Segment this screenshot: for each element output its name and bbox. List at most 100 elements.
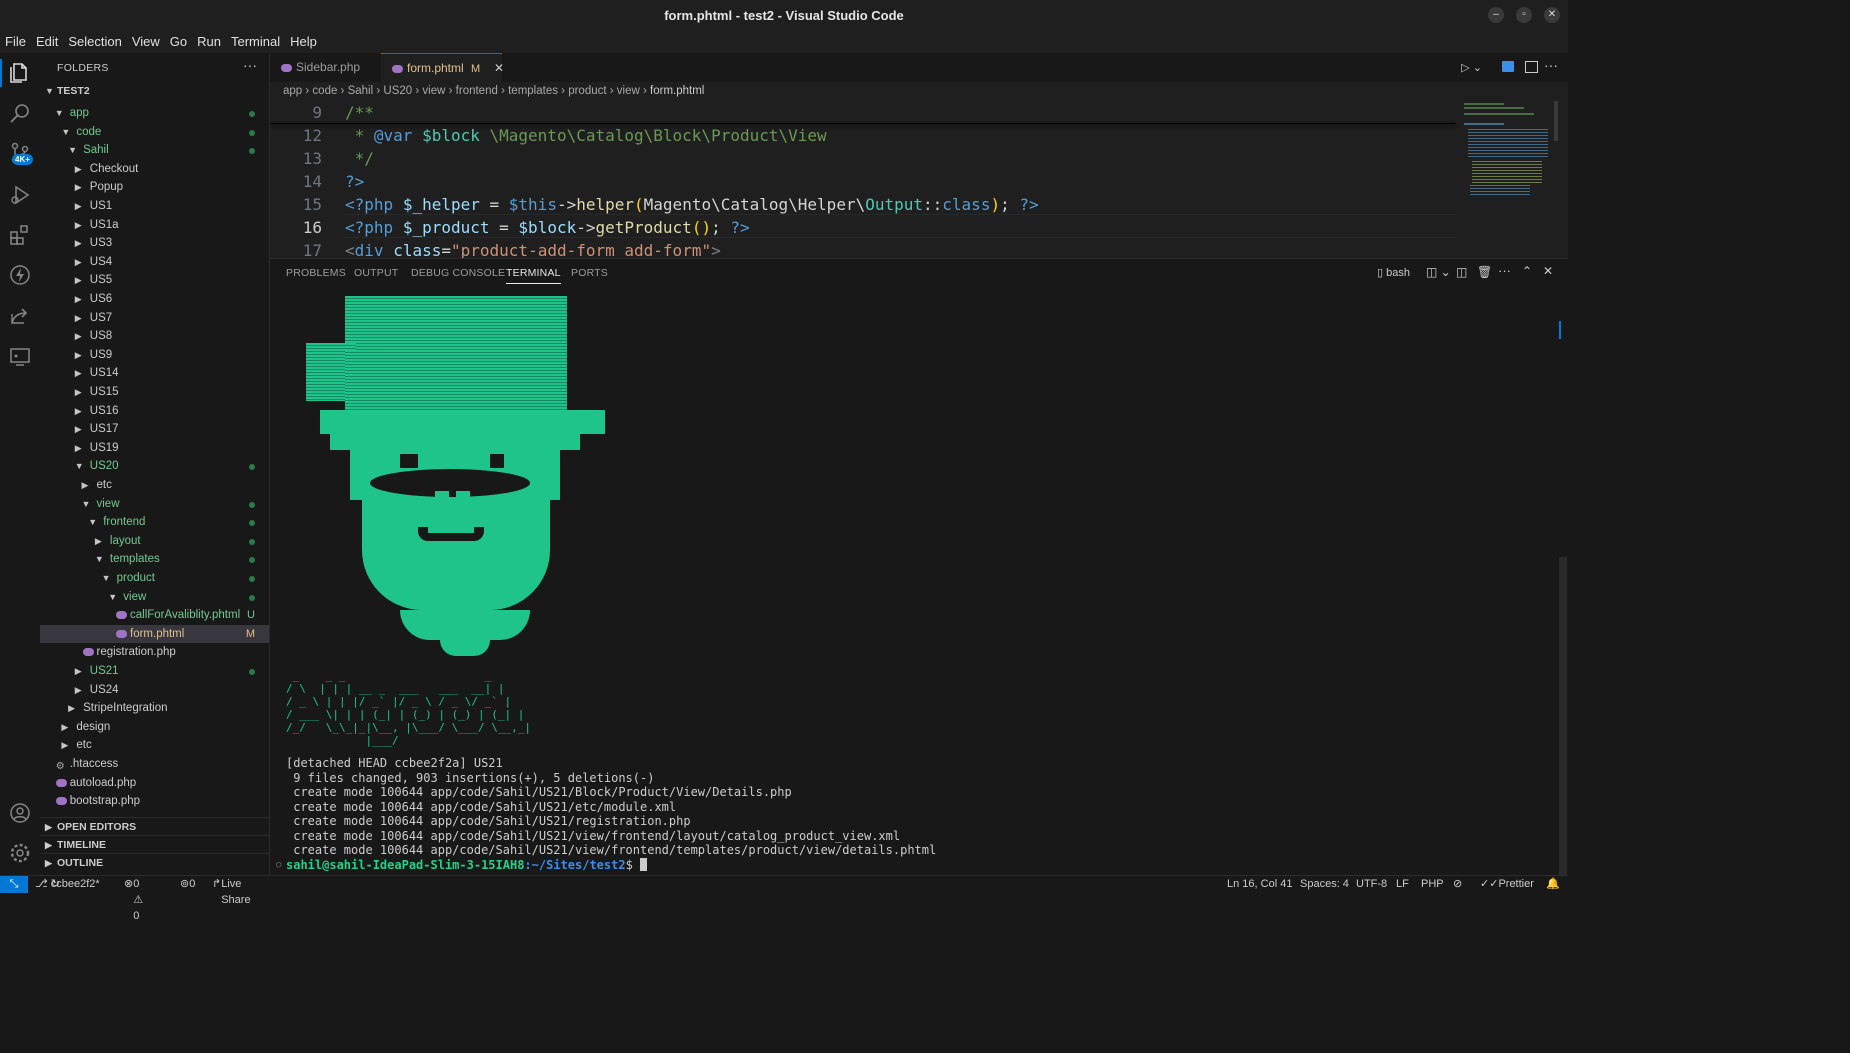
- tree-item[interactable]: ▶ Checkout: [40, 160, 269, 179]
- live-share-button[interactable]: ↱ Live Share: [212, 876, 251, 906]
- tree-item[interactable]: autoload.php: [40, 774, 269, 793]
- run-debug-icon[interactable]: [8, 183, 32, 207]
- tree-item[interactable]: ▼ product: [40, 569, 269, 588]
- tab-sidebar-php[interactable]: Sidebar.php: [270, 53, 383, 82]
- encoding[interactable]: UTF-8: [1356, 876, 1387, 892]
- tree-item[interactable]: ▶ US6: [40, 290, 269, 309]
- section-open-editors[interactable]: ▶ OPEN EDITORS: [40, 817, 269, 836]
- tree-item[interactable]: ▶ etc: [40, 736, 269, 755]
- breadcrumb-item[interactable]: app: [283, 85, 302, 97]
- prettier-indicator[interactable]: ✓✓ Prettier: [1480, 876, 1534, 892]
- tree-item[interactable]: ▶ US3: [40, 234, 269, 253]
- breadcrumb-item[interactable]: frontend: [456, 85, 498, 97]
- tab-output[interactable]: OUTPUT: [354, 267, 398, 279]
- tree-item[interactable]: ▶ US7: [40, 309, 269, 328]
- line-ending[interactable]: LF: [1396, 876, 1409, 892]
- language-mode[interactable]: PHP: [1421, 876, 1444, 892]
- breadcrumb-item[interactable]: US20: [383, 85, 412, 97]
- lightning-icon[interactable]: [8, 263, 32, 287]
- extensions-icon[interactable]: [8, 223, 32, 247]
- tab-form-phtml[interactable]: form.phtml M ✕: [381, 53, 504, 83]
- ports-indicator[interactable]: ⊚ 0: [180, 876, 195, 892]
- maximize-button[interactable]: ▫: [1516, 7, 1532, 23]
- breadcrumb-item[interactable]: templates: [508, 85, 558, 97]
- terminal-prompt[interactable]: ○ sahil@sahil-IdeaPad-Slim-3-15IAH8:~/Sit…: [276, 858, 648, 872]
- maximize-panel-icon[interactable]: ⌃: [1522, 264, 1532, 278]
- tree-item[interactable]: ▶ US4: [40, 253, 269, 272]
- tree-item[interactable]: ▶ US17: [40, 420, 269, 439]
- split-editor-icon[interactable]: [1525, 61, 1538, 73]
- section-outline[interactable]: ▶ OUTLINE: [40, 853, 269, 872]
- minimap[interactable]: [1460, 101, 1560, 258]
- tree-item[interactable]: ▶ US8: [40, 327, 269, 346]
- settings-gear-icon[interactable]: [8, 841, 32, 865]
- menu-help[interactable]: Help: [285, 31, 322, 49]
- explorer-icon[interactable]: [8, 61, 32, 85]
- tab-problems[interactable]: PROBLEMS: [286, 267, 346, 279]
- terminal-shell-label[interactable]: ▯ bash: [1377, 266, 1410, 279]
- close-tab-icon[interactable]: ✕: [494, 54, 504, 83]
- split-terminal-icon[interactable]: ◫ ⌄: [1426, 265, 1451, 279]
- breadcrumb-item[interactable]: view: [617, 85, 640, 97]
- breadcrumb-item[interactable]: code: [312, 85, 337, 97]
- tree-item[interactable]: ▼ Sahil: [40, 141, 269, 160]
- tree-item[interactable]: ▶ US16: [40, 402, 269, 421]
- tree-item[interactable]: ▶ US21: [40, 662, 269, 681]
- menu-terminal[interactable]: Terminal: [226, 31, 285, 49]
- workspace-root[interactable]: ▼ TEST2: [40, 82, 269, 101]
- tree-item[interactable]: ▶ US14: [40, 364, 269, 383]
- menu-edit[interactable]: Edit: [31, 31, 63, 49]
- tree-item[interactable]: ▼ code: [40, 123, 269, 142]
- tree-item[interactable]: ▶ US5: [40, 271, 269, 290]
- tree-item[interactable]: form.phtml M: [40, 624, 269, 644]
- close-window-button[interactable]: ✕: [1544, 7, 1560, 23]
- compare-icon[interactable]: [1502, 61, 1514, 72]
- tree-item[interactable]: ▶ US24: [40, 681, 269, 700]
- cursor-position[interactable]: Ln 16, Col 41: [1227, 876, 1292, 892]
- close-panel-icon[interactable]: ✕: [1543, 264, 1553, 278]
- tree-item[interactable]: ▶ US9: [40, 346, 269, 365]
- tree-item[interactable]: ▶ US1a: [40, 216, 269, 235]
- tree-item[interactable]: ▶ US15: [40, 383, 269, 402]
- menu-file[interactable]: File: [0, 31, 31, 49]
- menu-run[interactable]: Run: [192, 31, 226, 49]
- minimize-button[interactable]: –: [1488, 7, 1504, 23]
- menu-selection[interactable]: Selection: [63, 31, 126, 49]
- more-actions-icon[interactable]: ···: [243, 57, 257, 73]
- tree-item[interactable]: callForAvaliblity.phtml U: [40, 606, 269, 625]
- tab-debug-console[interactable]: DEBUG CONSOLE: [411, 267, 505, 279]
- tree-item[interactable]: ⚙ .htaccess: [40, 755, 269, 774]
- tree-item[interactable]: ▶ Popup: [40, 178, 269, 197]
- tree-item[interactable]: ▼ US20: [40, 457, 269, 476]
- terminal-scrollbar[interactable]: [1559, 557, 1567, 876]
- remote-indicator-icon[interactable]: ⤡: [0, 876, 28, 893]
- live-share-icon[interactable]: [8, 304, 32, 328]
- breadcrumb-item[interactable]: Sahil: [348, 85, 374, 97]
- tree-item[interactable]: ▶ StripeIntegration: [40, 699, 269, 718]
- tree-item[interactable]: ▼ view: [40, 588, 269, 607]
- more-editor-actions-icon[interactable]: ···: [1544, 57, 1558, 73]
- run-file-icon[interactable]: ▷ ⌄: [1461, 61, 1482, 74]
- tree-item[interactable]: bootstrap.php: [40, 792, 269, 811]
- tree-item[interactable]: registration.php: [40, 643, 269, 662]
- tree-item[interactable]: ▼ frontend: [40, 513, 269, 532]
- indentation[interactable]: Spaces: 4: [1300, 876, 1349, 892]
- tree-item[interactable]: ▼ app: [40, 104, 269, 123]
- tree-item[interactable]: ▶ etc: [40, 476, 269, 495]
- problems-indicator[interactable]: ⊗ 0 ⚠ 0: [124, 876, 143, 922]
- account-icon[interactable]: [8, 801, 32, 825]
- no-notify-icon[interactable]: ⊘: [1453, 876, 1462, 892]
- breadcrumb-item[interactable]: product: [568, 85, 606, 97]
- more-panel-actions-icon[interactable]: ···: [1498, 263, 1511, 278]
- notifications-bell-icon[interactable]: 🔔: [1546, 876, 1560, 892]
- remote-explorer-icon[interactable]: [8, 345, 32, 369]
- tree-item[interactable]: ▼ templates: [40, 550, 269, 569]
- tree-item[interactable]: ▼ view: [40, 495, 269, 514]
- trash-icon[interactable]: 🗑: [1477, 265, 1492, 279]
- new-terminal-icon[interactable]: ◫: [1456, 265, 1467, 279]
- code-editor[interactable]: 9 /** 12 * @var $block \Magento\Catalog\…: [270, 101, 1568, 258]
- breadcrumb-item[interactable]: form.phtml: [650, 85, 704, 97]
- tree-item[interactable]: ▶ US19: [40, 439, 269, 458]
- tab-ports[interactable]: PORTS: [571, 267, 608, 279]
- breadcrumb-item[interactable]: view: [422, 85, 445, 97]
